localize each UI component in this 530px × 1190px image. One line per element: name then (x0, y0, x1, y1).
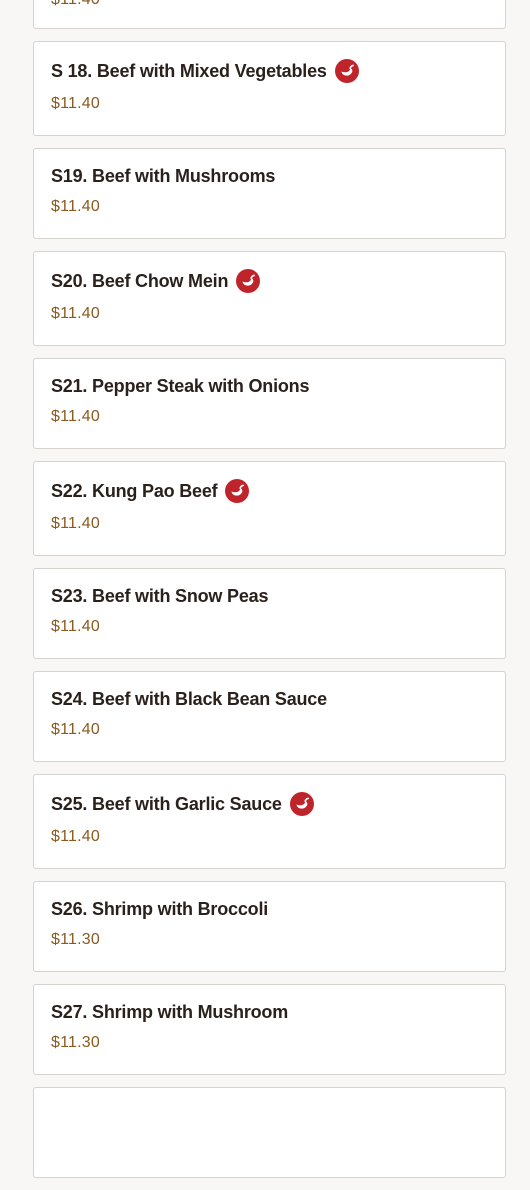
item-price: $11.40 (51, 721, 100, 738)
chili-pepper-icon (289, 792, 314, 816)
item-name: S26. Shrimp with Broccoli (51, 898, 269, 919)
chili-pepper-icon (334, 59, 359, 83)
menu-item-card[interactable]: S22. Kung Pao Beef $11.40 (33, 461, 506, 556)
menu-item-card[interactable]: S24. Beef with Black Bean Sauce $11.40 (33, 671, 506, 762)
item-name: S25. Beef with Garlic Sauce (51, 793, 282, 814)
menu-item-list: $11.40 S 18. Beef with Mixed Vegetables … (33, 0, 506, 1190)
item-name: S27. Shrimp with Mushroom (51, 1001, 289, 1022)
chili-pepper-icon (225, 479, 250, 503)
item-name: S20. Beef Chow Mein (51, 270, 229, 291)
menu-item-card[interactable]: S21. Pepper Steak with Onions $11.40 (33, 358, 506, 449)
menu-item-card[interactable]: $11.40 (33, 0, 506, 29)
chili-pepper-icon (236, 269, 261, 293)
item-price: $11.40 (51, 828, 100, 845)
menu-item-card[interactable]: S20. Beef Chow Mein $11.40 (33, 251, 506, 346)
item-price: $11.30 (51, 1034, 100, 1051)
item-name: S21. Pepper Steak with Onions (51, 375, 310, 396)
menu-item-card[interactable]: S23. Beef with Snow Peas $11.40 (33, 568, 506, 659)
item-price: $11.40 (51, 0, 489, 9)
menu-item-card[interactable]: S27. Shrimp with Mushroom $11.30 (33, 984, 506, 1075)
item-price: $11.40 (51, 95, 100, 112)
item-price: $11.40 (51, 198, 100, 215)
menu-item-card[interactable]: S26. Shrimp with Broccoli $11.30 (33, 881, 506, 972)
menu-item-card[interactable]: S25. Beef with Garlic Sauce $11.40 (33, 774, 506, 869)
item-price: $11.40 (51, 515, 100, 532)
menu-item-card[interactable]: S19. Beef with Mushrooms $11.40 (33, 148, 506, 239)
item-name: S24. Beef with Black Bean Sauce (51, 688, 327, 709)
menu-item-card[interactable] (33, 1087, 506, 1178)
item-price: $11.30 (51, 931, 100, 948)
item-price: $11.40 (51, 408, 100, 425)
menu-item-card[interactable]: S 18. Beef with Mixed Vegetables $11.40 (33, 41, 506, 136)
item-price: $11.40 (51, 305, 100, 322)
item-name: S 18. Beef with Mixed Vegetables (51, 60, 327, 81)
item-price: $11.40 (51, 618, 100, 635)
item-name: S19. Beef with Mushrooms (51, 165, 276, 186)
item-name: S22. Kung Pao Beef (51, 480, 218, 501)
item-name: S23. Beef with Snow Peas (51, 585, 269, 606)
